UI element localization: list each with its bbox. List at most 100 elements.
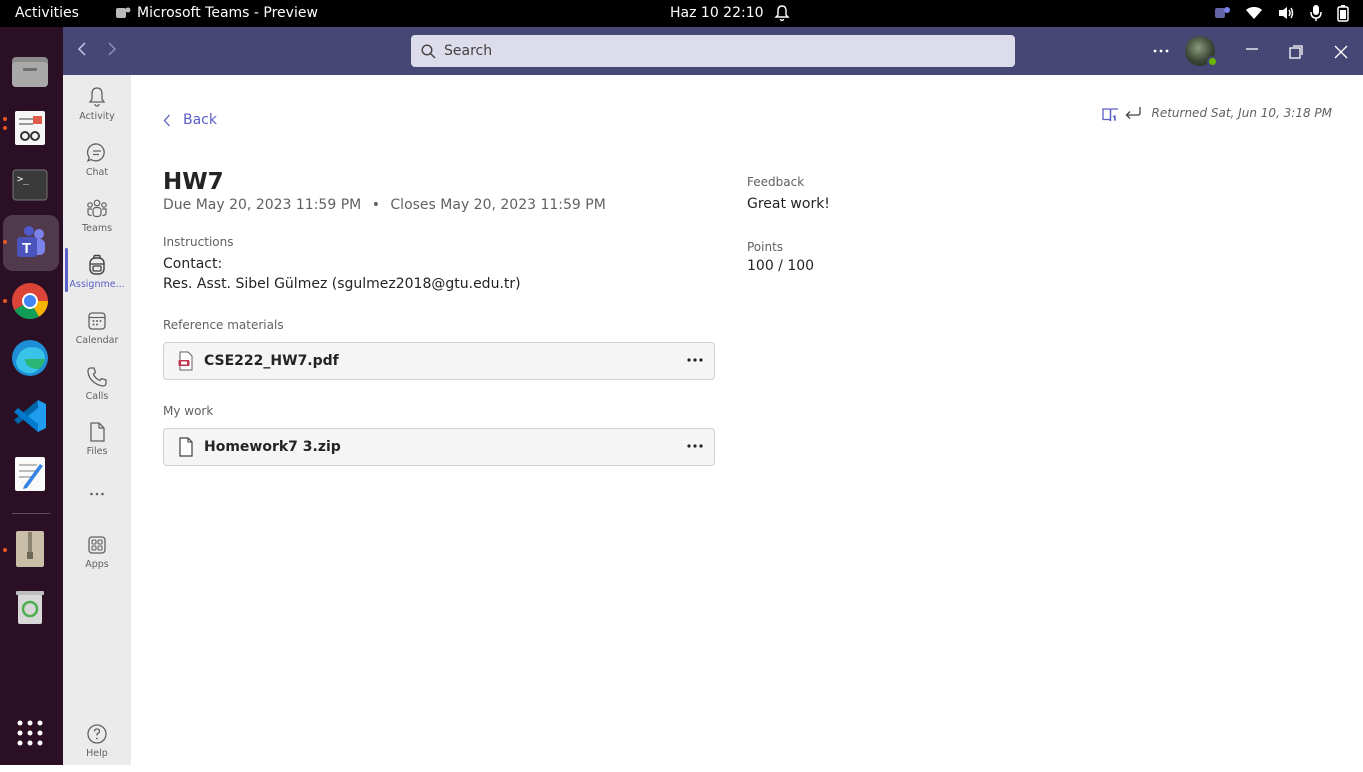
minimize-icon[interactable] [1245,41,1259,61]
rail-item-label: Calls [85,391,109,402]
file-icon [90,422,105,442]
edge-icon[interactable] [11,339,49,377]
more-options-icon[interactable] [686,353,704,363]
due-dates: Due May 20, 2023 11:59 PM • Closes May 2… [163,197,606,213]
teams-dock-icon[interactable]: T [11,224,49,262]
teams-tray-icon[interactable] [1213,4,1231,22]
dock-running-indicator [3,240,7,244]
more-options-icon[interactable] [1153,37,1169,58]
battery-icon[interactable] [1337,4,1349,22]
system-top-bar: Activities Microsoft Teams - Preview Haz… [0,0,1363,27]
microphone-icon[interactable] [1309,4,1323,22]
rail-item-apps[interactable]: Apps [63,533,131,583]
notification-bell-icon[interactable] [774,4,790,26]
back-arrow-icon[interactable] [77,41,87,62]
search-icon [421,43,436,58]
rail-item-label: Teams [81,223,113,234]
svg-text:T: T [22,240,31,257]
app-title: Microsoft Teams - Preview [137,5,318,21]
points-value: 100 / 100 [747,258,815,274]
rail-item-label: Calendar [75,335,119,346]
terminal-icon[interactable]: >_ [11,166,49,204]
backpack-icon [89,254,105,275]
dock-running-indicator [3,126,7,130]
back-button[interactable]: Back [163,112,217,128]
rail-item-label: Chat [85,167,109,178]
separator-dot: • [371,197,380,213]
rail-item-label: Activity [79,111,115,122]
files-app-icon[interactable] [11,52,49,90]
reference-materials-label: Reference materials [163,318,284,332]
immersive-reader-icon[interactable] [1102,107,1120,127]
pdf-file-icon [178,351,193,371]
rail-item-chat[interactable]: Chat [63,141,131,191]
return-arrow-icon [1126,107,1142,119]
rail-item-files[interactable]: Files [63,420,131,470]
rail-item-label: Assignme... [69,279,125,290]
rail-item-assignments[interactable]: Assignme... [63,253,131,303]
feedback-label: Feedback [747,175,805,189]
close-icon[interactable] [1334,44,1348,64]
app-rail: Activity Chat Teams Assignme... Calendar… [63,75,131,765]
document-viewer-icon[interactable] [11,109,49,147]
apps-icon [88,536,106,554]
search-input[interactable]: Search [411,35,1015,67]
dock-separator [12,513,50,514]
my-work-file-card[interactable]: Homework7 3.zip [163,428,715,466]
teams-title-bar: Search [63,27,1363,75]
wifi-icon[interactable] [1245,5,1263,21]
text-editor-icon[interactable] [11,455,49,493]
more-apps-icon[interactable] [63,483,131,507]
clock[interactable]: Haz 10 22:10 [670,5,764,21]
phone-icon [87,367,107,387]
returned-status: Returned Sat, Jun 10, 3:18 PM [1125,106,1332,120]
rail-item-activity[interactable]: Activity [63,85,131,135]
file-icon [179,437,193,457]
rail-item-label: Help [86,748,108,759]
app-menu[interactable]: Microsoft Teams - Preview [115,5,318,21]
my-work-label: My work [163,404,214,418]
teams-icon [87,199,107,218]
show-apps-grid-icon[interactable] [11,714,49,752]
instructions-label: Instructions [163,235,234,249]
activities-button[interactable]: Activities [15,5,79,21]
instructions-line: Res. Asst. Sibel Gülmez (sgulmez2018@gtu… [163,276,521,292]
points-label: Points [747,240,784,254]
teams-app-icon [116,7,131,18]
dock-running-indicator [3,548,7,552]
rail-item-calls[interactable]: Calls [63,365,131,415]
system-tray[interactable] [1213,4,1349,22]
archive-manager-icon[interactable] [11,530,49,568]
chrome-icon[interactable] [11,282,49,320]
chevron-left-icon [163,114,170,126]
bell-icon [88,87,106,107]
due-date: Due May 20, 2023 11:59 PM [163,197,362,213]
page-title: HW7 [163,169,224,195]
returned-text: Returned Sat, Jun 10, 3:18 PM [1151,106,1332,120]
reference-file-card[interactable]: CSE222_HW7.pdf [163,342,715,380]
chat-icon [86,143,105,163]
presence-available-icon [1207,56,1218,67]
ubuntu-dock: >_ T [0,27,63,765]
my-work-file-name[interactable]: Homework7 3.zip [204,439,341,455]
close-date: Closes May 20, 2023 11:59 PM [390,197,606,213]
help-icon [87,724,107,744]
maximize-icon[interactable] [1289,44,1303,64]
rail-item-teams[interactable]: Teams [63,197,131,247]
forward-arrow-icon[interactable] [107,41,117,62]
more-options-icon[interactable] [686,439,704,449]
instructions-line: Contact: [163,256,223,272]
back-label: Back [183,112,217,128]
reference-file-name[interactable]: CSE222_HW7.pdf [204,353,339,369]
trash-icon[interactable] [11,588,49,626]
vscode-icon[interactable] [11,397,49,435]
rail-item-calendar[interactable]: Calendar [63,309,131,359]
svg-text:>_: >_ [17,174,30,185]
assignment-detail: Back Returned Sat, Jun 10, 3:18 PM HW7 D… [131,75,1363,765]
rail-item-label: Apps [85,559,109,570]
feedback-text: Great work! [747,196,830,212]
dock-running-indicator [3,299,7,303]
rail-item-label: Files [86,446,108,457]
volume-icon[interactable] [1277,5,1295,21]
calendar-icon [88,312,106,330]
